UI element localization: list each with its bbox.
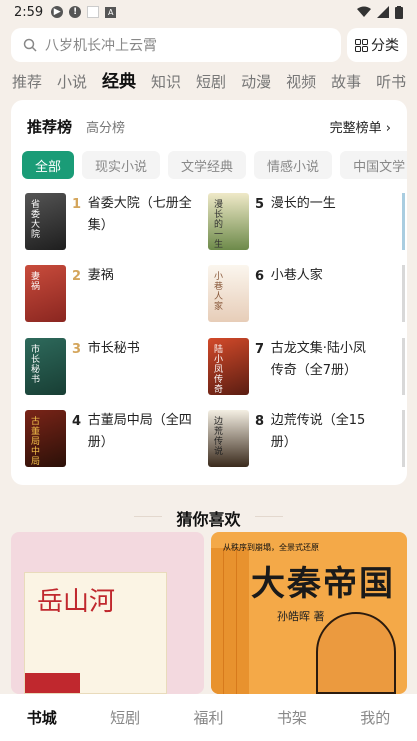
search-placeholder: 八岁机长冲上云霄 xyxy=(45,38,157,54)
tab-high-score-rank[interactable]: 高分榜 xyxy=(86,117,125,136)
full-ranking-link[interactable]: 完整榜单 › xyxy=(330,117,391,136)
category-label: 分类 xyxy=(371,38,399,54)
notification-icon: ▶ xyxy=(51,6,64,18)
book-item[interactable]: 小巷人家 6 小巷人家 xyxy=(208,265,378,322)
rank-number: 3 xyxy=(72,342,82,357)
rank-number: 5 xyxy=(255,197,265,212)
book-cover: 陆小凤传奇 xyxy=(208,338,249,395)
guess-you-like-title: 猜你喜欢 xyxy=(176,510,241,529)
book-title: 漫长的一生 xyxy=(270,196,336,211)
book-cover: 妻祸 xyxy=(25,265,66,322)
book-item[interactable]: 陆小凤传奇 7 古龙文集·陆小凤传奇（全7册） xyxy=(208,338,378,395)
rank-number: 4 xyxy=(72,414,82,429)
cover-red-band xyxy=(25,673,80,693)
book-title: 市长秘书 xyxy=(87,341,140,356)
book-cover: 市长秘书 xyxy=(25,338,66,395)
tab-anime[interactable]: 动漫 xyxy=(241,70,271,94)
book-cover: 边荒传说 xyxy=(208,410,249,467)
tab-knowledge[interactable]: 知识 xyxy=(151,70,181,94)
status-time: 2:59 xyxy=(14,4,44,20)
book-item[interactable]: 边荒传说 8 边荒传说（全15册） xyxy=(208,410,378,467)
book-spines xyxy=(211,548,249,694)
battery-icon xyxy=(395,5,403,19)
book-item[interactable]: 妻祸 2 妻祸 xyxy=(25,265,195,322)
ranking-header: 推荐榜 高分榜 完整榜单 › xyxy=(27,116,391,137)
rank-number: 6 xyxy=(255,269,265,284)
grid-icon xyxy=(355,38,368,52)
book-cover: 古董局中局 xyxy=(25,410,66,467)
alert-icon: ! xyxy=(69,6,82,18)
cover-portrait xyxy=(316,612,396,694)
category-button[interactable]: 分类 xyxy=(347,28,407,62)
a-app-icon: A xyxy=(105,6,117,18)
cover-banner: 从秩序到崩塌，全景式还原 xyxy=(223,543,319,552)
search-input[interactable]: 八岁机长冲上云霄 xyxy=(11,28,341,62)
tab-audiobook[interactable]: 听书 xyxy=(376,70,406,94)
book-title: 古龙文集·陆小凤传奇（全7册） xyxy=(270,341,366,378)
rank-number: 8 xyxy=(255,414,265,429)
signal-icon xyxy=(377,6,389,18)
book-item[interactable]: 古董局中局 4 古董局中局（全四册） xyxy=(25,410,195,467)
tab-classic[interactable]: 经典 xyxy=(102,70,136,94)
nav-bookshelf[interactable]: 书架 xyxy=(277,707,307,728)
next-column-peek xyxy=(402,193,405,250)
chip-all[interactable]: 全部 xyxy=(22,151,75,179)
chip-realistic[interactable]: 现实小说 xyxy=(82,151,161,179)
tab-recommend[interactable]: 推荐 xyxy=(12,70,42,94)
book-cover: 小巷人家 xyxy=(208,265,249,322)
divider-right xyxy=(255,516,283,517)
recommendation-card[interactable]: 岳山河 xyxy=(11,532,204,694)
cover-author: 孙皓晖 著 xyxy=(277,610,325,623)
status-bar: 2:59 ▶ ! A xyxy=(0,0,417,24)
top-tabs: 推荐 小说 经典 知识 短剧 动漫 视频 故事 听书 xyxy=(12,70,406,94)
search-row: 八岁机长冲上云霄 分类 xyxy=(11,28,407,62)
next-column-peek xyxy=(402,338,405,395)
tab-recommend-rank[interactable]: 推荐榜 xyxy=(27,116,72,137)
rank-number: 7 xyxy=(255,342,265,357)
tab-story[interactable]: 故事 xyxy=(331,70,361,94)
nav-me[interactable]: 我的 xyxy=(360,707,390,728)
book-cover: 漫长的一生 xyxy=(208,193,249,250)
next-column-peek xyxy=(402,410,405,467)
nav-welfare[interactable]: 福利 xyxy=(193,707,223,728)
book-item[interactable]: 市长秘书 3 市长秘书 xyxy=(25,338,195,395)
tab-short-drama[interactable]: 短剧 xyxy=(196,70,226,94)
recommendation-cover: 岳山河 xyxy=(24,572,167,694)
chip-romance[interactable]: 情感小说 xyxy=(254,151,333,179)
cover-calligraphy: 岳山河 xyxy=(37,587,116,617)
book-item[interactable]: 省委大院 1 省委大院（七册全集） xyxy=(25,193,195,250)
chip-literature-classic[interactable]: 文学经典 xyxy=(168,151,247,179)
bottom-nav: 书城 短剧 福利 书架 我的 xyxy=(0,694,417,741)
book-item[interactable]: 漫长的一生 5 漫长的一生 xyxy=(208,193,378,250)
tab-novel[interactable]: 小说 xyxy=(57,70,87,94)
book-title: 妻祸 xyxy=(87,268,114,283)
recommendation-card[interactable]: 从秩序到崩塌，全景式还原 大秦帝国 孙皓晖 著 xyxy=(211,532,407,694)
wifi-icon xyxy=(357,6,371,17)
nav-short-drama[interactable]: 短剧 xyxy=(110,707,140,728)
book-title: 省委大院（七册全集） xyxy=(87,196,192,233)
blank-notification-icon xyxy=(87,6,100,18)
book-cover: 省委大院 xyxy=(25,193,66,250)
chip-chinese-literature[interactable]: 中国文学 xyxy=(340,151,407,179)
next-column-peek xyxy=(402,265,405,322)
book-title: 边荒传说（全15册） xyxy=(270,413,366,450)
rank-number: 1 xyxy=(72,197,82,212)
nav-bookstore[interactable]: 书城 xyxy=(27,707,57,728)
filter-chips: 全部 现实小说 文学经典 情感小说 中国文学 xyxy=(22,151,407,179)
book-title: 小巷人家 xyxy=(270,268,323,283)
tab-video[interactable]: 视频 xyxy=(286,70,316,94)
cover-title: 大秦帝国 xyxy=(251,564,395,604)
rank-number: 2 xyxy=(72,269,82,284)
book-title: 古董局中局（全四册） xyxy=(87,413,192,450)
ranking-card: 推荐榜 高分榜 完整榜单 › 全部 现实小说 文学经典 情感小说 中国文学 省委… xyxy=(11,100,407,485)
search-icon xyxy=(23,38,37,52)
